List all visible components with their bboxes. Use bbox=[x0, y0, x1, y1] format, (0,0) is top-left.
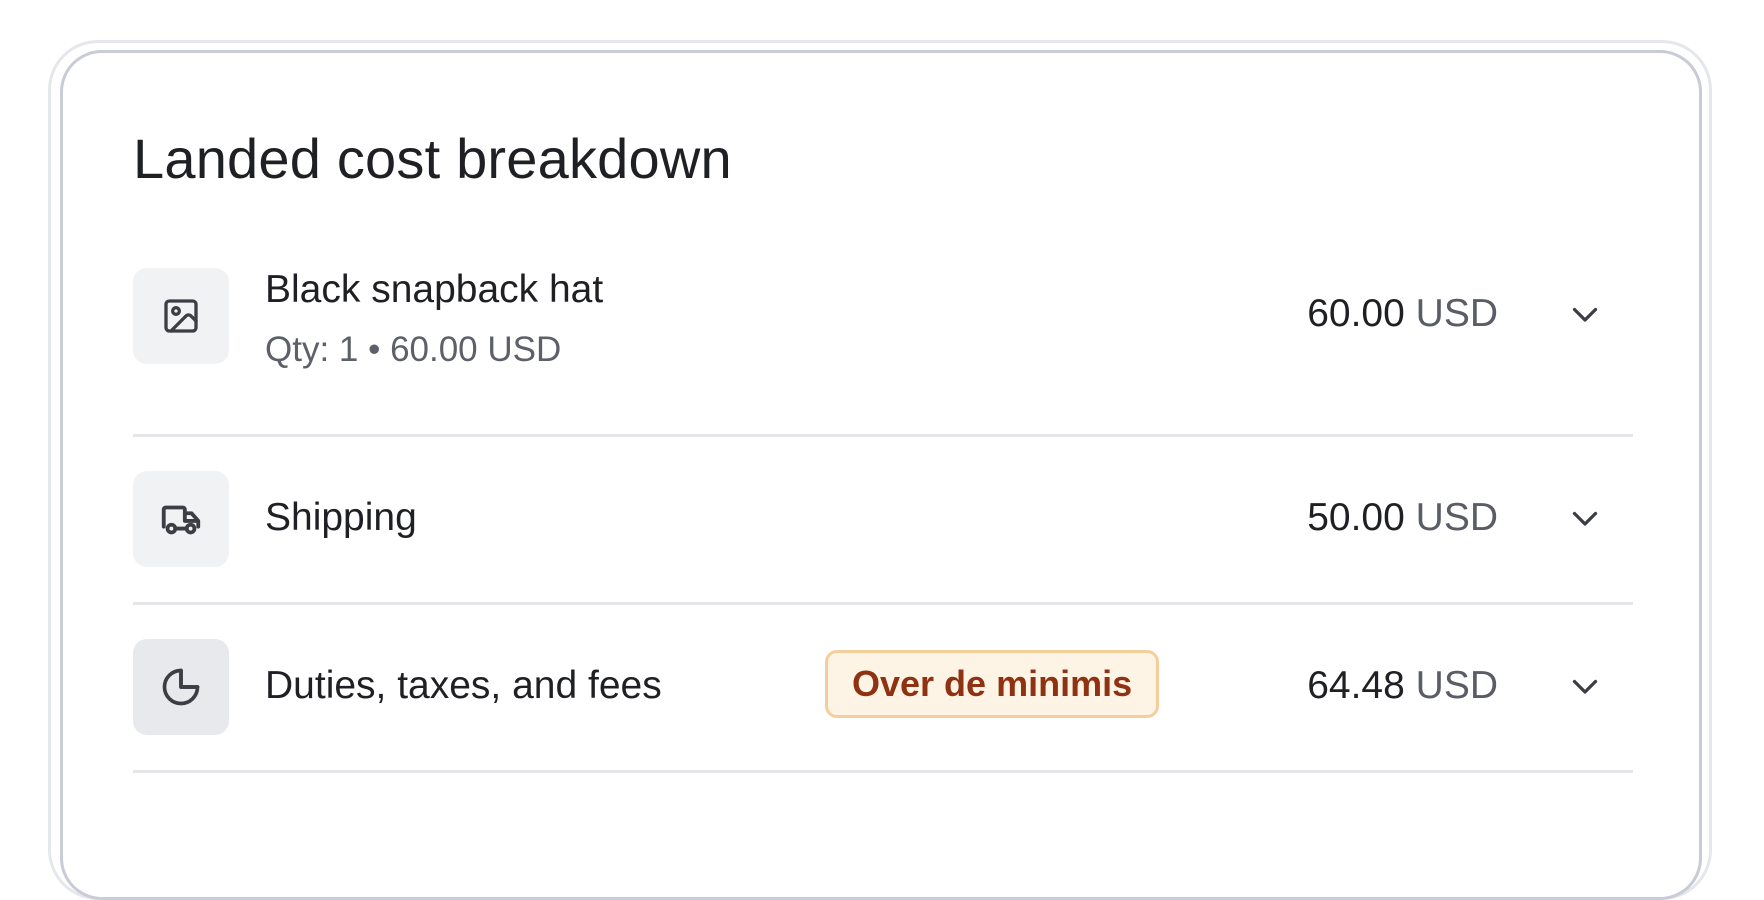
expand-button[interactable] bbox=[1563, 664, 1607, 708]
shipping-icon-box bbox=[133, 471, 229, 567]
item-name: Shipping bbox=[265, 496, 417, 539]
item-name: Black snapback hat bbox=[265, 268, 604, 311]
amount-value: 60.00 bbox=[1307, 292, 1405, 335]
item-quantity-price: Qty: 1 • 60.00 USD bbox=[265, 330, 562, 369]
row-divider bbox=[133, 770, 1633, 773]
status-badge: Over de minimis bbox=[825, 650, 1160, 718]
line-item-row-product[interactable]: Black snapback hat Qty: 1 • 60.00 USD 60… bbox=[133, 268, 1633, 434]
expand-button[interactable] bbox=[1563, 496, 1607, 540]
amount-currency: USD bbox=[1415, 496, 1498, 539]
expand-button[interactable] bbox=[1563, 292, 1607, 336]
pie-chart-icon bbox=[162, 668, 200, 706]
line-item-row-duties[interactable]: Duties, taxes, and fees Over de minimis … bbox=[133, 602, 1633, 770]
chevron-down-icon bbox=[1572, 307, 1598, 322]
image-icon bbox=[164, 299, 198, 333]
amount-currency: USD bbox=[1415, 664, 1498, 707]
item-amount: 60.00 USD bbox=[1307, 292, 1498, 336]
item-name: Duties, taxes, and fees bbox=[265, 664, 662, 707]
duties-icon-box bbox=[133, 639, 229, 735]
item-amount: 50.00 USD bbox=[1307, 496, 1498, 540]
item-amount: 64.48 USD bbox=[1307, 664, 1498, 708]
amount-value: 50.00 bbox=[1307, 496, 1405, 539]
truck-icon bbox=[161, 505, 201, 535]
chevron-down-icon bbox=[1572, 511, 1598, 526]
chevron-down-icon bbox=[1572, 679, 1598, 694]
amount-currency: USD bbox=[1415, 292, 1498, 335]
amount-value: 64.48 bbox=[1307, 664, 1405, 707]
line-item-row-shipping[interactable]: Shipping 50.00 USD bbox=[133, 434, 1633, 602]
card-title: Landed cost breakdown bbox=[133, 127, 732, 190]
product-image-placeholder bbox=[133, 268, 229, 364]
